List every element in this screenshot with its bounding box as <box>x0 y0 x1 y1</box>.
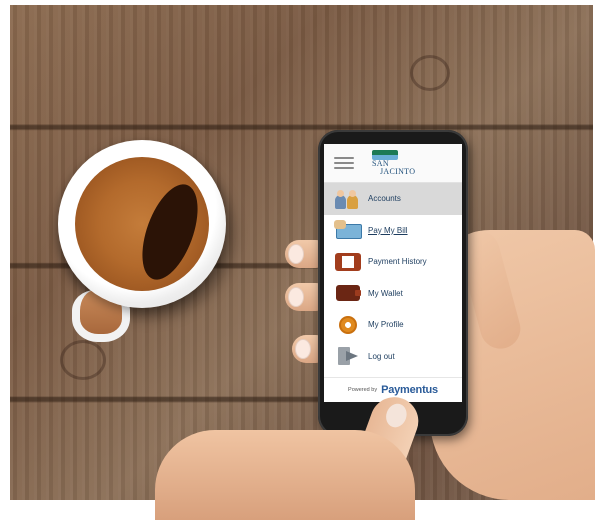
menu-label: Log out <box>368 351 395 361</box>
paymentus-logo[interactable]: Paymentus <box>381 384 438 396</box>
wood-knot <box>410 55 450 91</box>
phone-screen: SAN JACINTO Accounts Pay My Bill Payment… <box>324 144 462 402</box>
menu-label: My Wallet <box>368 288 403 298</box>
san-jacinto-logo: SAN JACINTO <box>372 150 415 176</box>
logo-line-2: JACINTO <box>380 167 416 176</box>
smartphone: SAN JACINTO Accounts Pay My Bill Payment… <box>318 130 468 436</box>
menu-label: Payment History <box>368 257 427 267</box>
accounts-icon <box>334 189 362 209</box>
coffee-swirl <box>131 177 209 287</box>
menu-label: Accounts <box>368 194 401 204</box>
menu-item-my-profile[interactable]: My Profile <box>324 309 462 341</box>
menu-label: My Profile <box>368 320 404 330</box>
left-hand <box>155 430 415 520</box>
wallet-icon <box>334 283 362 303</box>
menu-item-payment-history[interactable]: Payment History <box>324 246 462 278</box>
app-header: SAN JACINTO <box>324 144 462 183</box>
payment-history-icon <box>334 252 362 272</box>
menu-item-accounts[interactable]: Accounts <box>324 183 462 215</box>
menu-item-pay-my-bill[interactable]: Pay My Bill <box>324 215 462 247</box>
profile-gear-icon <box>334 315 362 335</box>
coffee-cup <box>58 140 226 308</box>
wood-knot <box>60 340 106 380</box>
menu-item-my-wallet[interactable]: My Wallet <box>324 278 462 310</box>
logout-icon <box>334 346 362 366</box>
coffee <box>75 157 209 291</box>
menu-item-log-out[interactable]: Log out <box>324 341 462 373</box>
menu-label: Pay My Bill <box>368 225 408 235</box>
pay-bill-icon <box>334 220 362 240</box>
main-menu: Accounts Pay My Bill Payment History My … <box>324 183 462 372</box>
hamburger-menu-icon[interactable] <box>334 157 354 169</box>
powered-by-text: Powered by <box>348 387 378 393</box>
